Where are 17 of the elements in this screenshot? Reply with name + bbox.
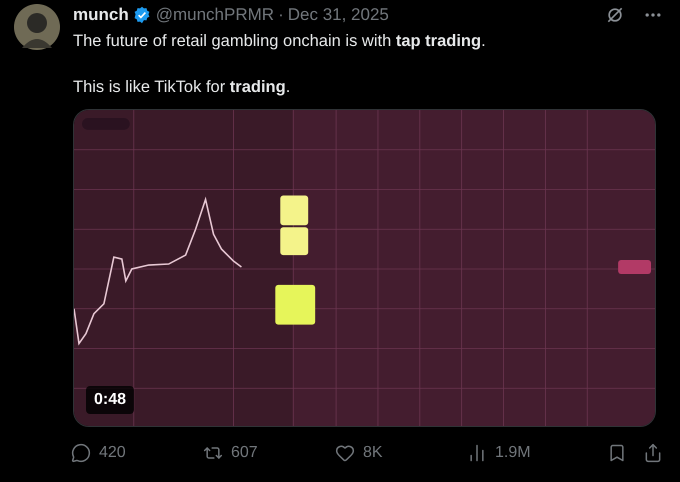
avatar[interactable] xyxy=(14,4,60,50)
post-text: The future of retail gambling onchain is with tap trading. xyxy=(73,31,487,52)
slashed-circle-icon[interactable] xyxy=(605,5,625,25)
post-date[interactable]: Dec 31, 2025 xyxy=(288,2,389,28)
views-button[interactable]: 1.9M xyxy=(467,441,607,465)
video-player[interactable]: 0:48 xyxy=(73,109,656,427)
post-text: This is like TikTok for trading. xyxy=(73,77,292,98)
like-button[interactable]: 8K xyxy=(335,441,467,465)
author-handle[interactable]: @munchPRMR xyxy=(156,2,274,28)
speech-bubble-icon xyxy=(71,443,91,463)
reply-button[interactable]: 420 xyxy=(71,441,203,465)
author-name[interactable]: munch xyxy=(73,2,129,28)
repost-button[interactable]: 607 xyxy=(203,441,335,465)
heart-icon xyxy=(335,443,355,463)
share-button[interactable] xyxy=(643,443,663,463)
video-duration: 0:48 xyxy=(86,386,134,414)
separator: · xyxy=(278,4,284,26)
